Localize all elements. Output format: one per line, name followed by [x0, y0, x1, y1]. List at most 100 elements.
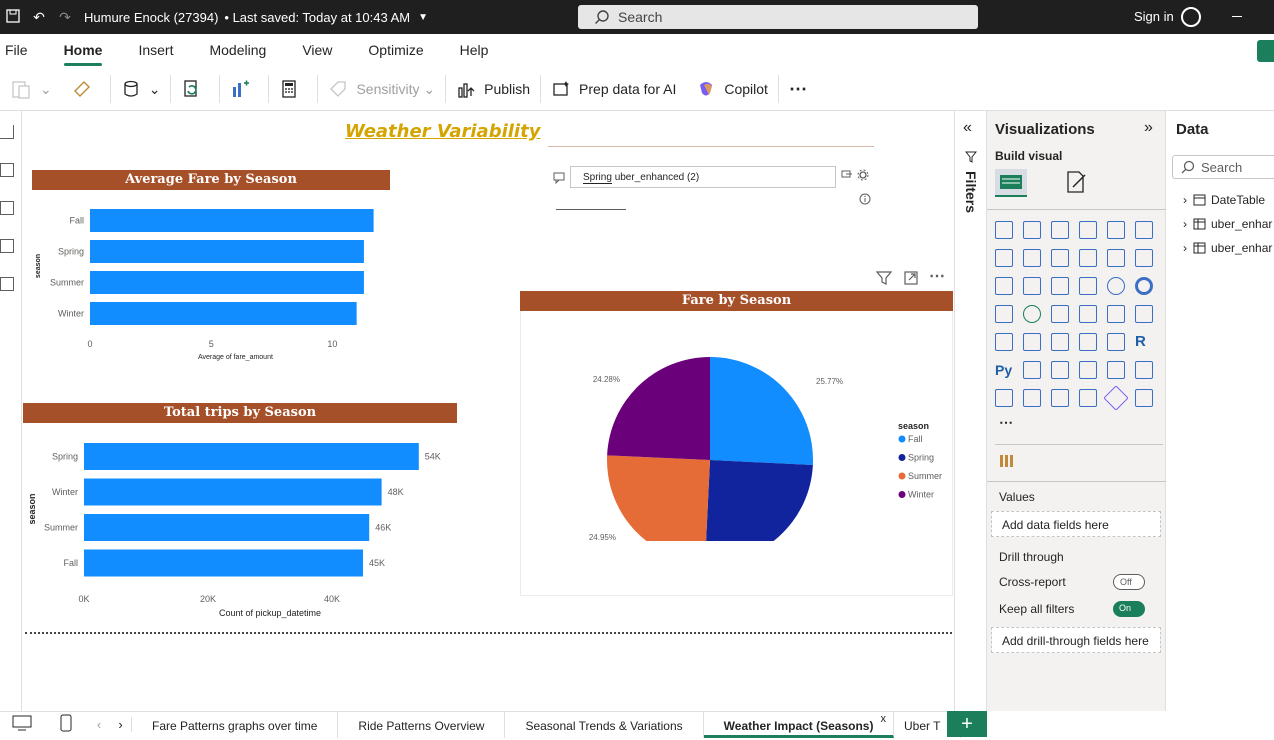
menu-optimize[interactable]: Optimize	[350, 34, 441, 68]
funnel-icon[interactable]	[1051, 277, 1069, 295]
data-table-item[interactable]: › DateTable	[1183, 193, 1265, 207]
save-icon[interactable]	[0, 8, 26, 26]
mobile-view-icon[interactable]	[44, 714, 88, 735]
add-page-button[interactable]: +	[947, 711, 987, 737]
decomposition-tree-icon[interactable]	[1051, 361, 1069, 379]
chevron-down-icon[interactable]: ▼	[410, 12, 436, 23]
tab-weather-impact[interactable]: Weather Impact (Seasons)	[703, 711, 895, 738]
fare-by-season-pie-chart[interactable]: 25.77% 24.95% 24.28% season Fall Spring Summer…	[520, 312, 953, 542]
chevron-visual-icon[interactable]	[1135, 389, 1153, 407]
100-area-icon[interactable]	[1079, 249, 1097, 267]
waterfall-icon[interactable]	[1023, 277, 1041, 295]
filled-map-icon[interactable]	[1051, 305, 1069, 323]
scroll-right-icon[interactable]: ›	[110, 717, 132, 732]
settings-icon[interactable]	[857, 169, 869, 181]
prep-data-button[interactable]: Prep data for AI	[541, 73, 686, 105]
custom-visual-icon[interactable]	[997, 451, 1017, 471]
build-visual-icon[interactable]	[995, 169, 1027, 197]
fare-by-season-header[interactable]: Fare by Season	[520, 291, 953, 311]
format-painter-button[interactable]	[62, 73, 110, 105]
last-saved-status[interactable]: • Last saved: Today at 10:43 AM	[224, 10, 410, 25]
data-search-input[interactable]: Search	[1172, 155, 1274, 179]
total-trips-header[interactable]: Total trips by Season	[23, 403, 457, 423]
clustered-column-icon[interactable]	[1079, 221, 1097, 239]
redo-icon[interactable]: ↷	[52, 9, 78, 26]
refresh-button[interactable]	[171, 73, 219, 105]
stacked-area-icon[interactable]	[1051, 249, 1069, 267]
menu-modeling[interactable]: Modeling	[191, 34, 284, 68]
undo-icon[interactable]: ↶	[26, 9, 52, 26]
qna-icon[interactable]	[1079, 361, 1097, 379]
line-column-icon[interactable]	[1107, 249, 1125, 267]
document-title[interactable]: Humure Enock (27394)	[84, 10, 218, 25]
collapse-icon[interactable]: «	[963, 119, 972, 137]
info-icon[interactable]	[859, 193, 871, 205]
close-tab-icon[interactable]: x	[880, 713, 886, 725]
cross-report-toggle[interactable]: Off	[1113, 574, 1145, 590]
model-view-icon[interactable]	[0, 201, 14, 215]
more-visuals-icon[interactable]: ⋯	[999, 414, 1013, 431]
report-view-icon[interactable]	[0, 125, 14, 139]
table-view-icon[interactable]	[0, 163, 14, 177]
values-well[interactable]: Add data fields here	[991, 511, 1161, 537]
minimize-icon[interactable]	[1232, 16, 1242, 17]
power-automate-icon[interactable]	[1023, 389, 1041, 407]
diamond-visual-icon[interactable]	[1103, 385, 1129, 411]
power-apps-icon[interactable]	[1051, 389, 1069, 407]
kpi-icon[interactable]	[1023, 333, 1041, 351]
treemap-icon[interactable]	[995, 305, 1013, 323]
copilot-button[interactable]: Copilot	[686, 73, 778, 105]
line-stacked-column-icon[interactable]	[1135, 249, 1153, 267]
metrics-icon[interactable]	[1079, 389, 1097, 407]
filters-pane[interactable]: « Filters	[954, 111, 987, 711]
paste-button[interactable]: ⌄	[0, 73, 62, 105]
line-chart-icon[interactable]	[995, 249, 1013, 267]
get-data-button[interactable]: ⌄	[111, 73, 171, 105]
donut-chart-icon[interactable]	[1135, 277, 1153, 295]
avg-fare-header[interactable]: Average Fare by Season	[32, 170, 390, 190]
card-icon[interactable]	[1135, 305, 1153, 323]
paginated-report-icon[interactable]	[995, 389, 1013, 407]
sensitivity-button[interactable]: Sensitivity ⌄	[318, 73, 445, 105]
data-table-item[interactable]: › uber_enhar	[1183, 217, 1272, 231]
new-visual-button[interactable]	[220, 73, 268, 105]
drill-through-well[interactable]: Add drill-through fields here	[991, 627, 1161, 653]
ribbon-chart-icon[interactable]	[995, 277, 1013, 295]
tab-ride-patterns[interactable]: Ride Patterns Overview	[338, 711, 506, 738]
tab-seasonal-trends[interactable]: Seasonal Trends & Variations	[505, 711, 704, 738]
avatar-icon[interactable]	[1181, 7, 1201, 27]
comment-icon[interactable]	[553, 172, 565, 184]
tab-fare-patterns[interactable]: Fare Patterns graphs over time	[132, 711, 339, 738]
key-influencers-icon[interactable]	[1023, 361, 1041, 379]
area-chart-icon[interactable]	[1023, 249, 1041, 267]
dax-query-icon[interactable]	[0, 239, 14, 253]
azure-map-icon[interactable]	[1079, 305, 1097, 323]
clustered-bar-icon[interactable]	[1051, 221, 1069, 239]
tmdl-view-icon[interactable]	[0, 277, 14, 291]
100-column-icon[interactable]	[1135, 221, 1153, 239]
report-title[interactable]: Weather Variability	[345, 121, 540, 142]
search-input[interactable]: Search	[578, 5, 978, 29]
multi-row-card-icon[interactable]	[995, 333, 1013, 351]
100-bar-icon[interactable]	[1107, 221, 1125, 239]
filter-icon[interactable]	[876, 271, 892, 285]
sign-in-link[interactable]: Sign in	[1134, 9, 1174, 24]
map-icon[interactable]	[1023, 305, 1041, 323]
menu-insert[interactable]: Insert	[120, 34, 191, 68]
slicer-options-icon[interactable]	[841, 170, 853, 180]
avg-fare-bar-chart[interactable]: Fall Spring Summer Winter 0 5 10 Average of far…	[28, 196, 408, 366]
more-options-button[interactable]: ⋯	[779, 73, 817, 105]
expand-icon[interactable]: »	[1144, 119, 1153, 137]
publish-button[interactable]: Publish	[446, 73, 540, 105]
report-canvas[interactable]: Weather Variability Average Fare by Seas…	[23, 111, 954, 711]
menu-help[interactable]: Help	[442, 34, 507, 68]
narrative-icon[interactable]	[1107, 361, 1125, 379]
share-button[interactable]	[1257, 40, 1274, 62]
goals-icon[interactable]	[1135, 361, 1153, 379]
matrix-icon[interactable]	[1107, 333, 1125, 351]
desktop-view-icon[interactable]	[0, 715, 44, 734]
format-visual-icon[interactable]	[1063, 169, 1089, 195]
gauge-icon[interactable]	[1107, 305, 1125, 323]
scatter-icon[interactable]	[1079, 277, 1097, 295]
stacked-column-icon[interactable]	[1023, 221, 1041, 239]
